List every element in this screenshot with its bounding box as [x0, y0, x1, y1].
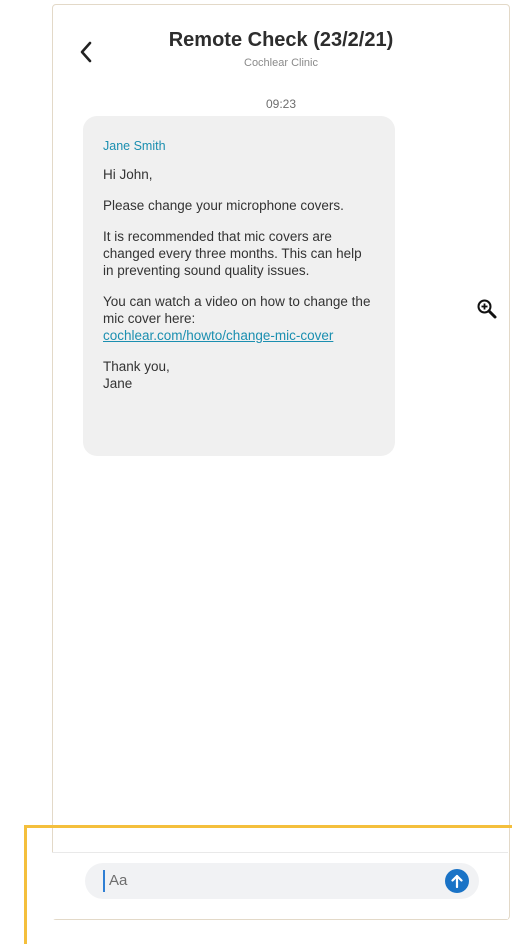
page-title: Remote Check (23/2/21)	[168, 29, 394, 51]
message-paragraph: It is recommended that mic covers are ch…	[103, 229, 362, 278]
message-sender: Jane Smith	[103, 139, 166, 153]
message-paragraph: Please change your microphone covers.	[103, 198, 344, 213]
message-bubble: Jane Smith Hi John, Please change your m…	[83, 116, 395, 456]
message-input-placeholder: Aa	[109, 872, 128, 889]
message-greeting: Hi John,	[103, 167, 153, 182]
message-signature: Jane	[103, 376, 133, 391]
message-input[interactable]: Aa	[85, 863, 479, 899]
send-button[interactable]	[445, 869, 469, 893]
message-signoff: Thank you,	[103, 359, 170, 374]
page-subtitle: Cochlear Clinic	[244, 57, 318, 69]
zoom-in-icon[interactable]	[476, 298, 498, 320]
message-timestamp: 09:23	[265, 97, 297, 111]
text-cursor	[103, 870, 105, 892]
message-signoff-block: Thank you, Jane	[103, 358, 375, 392]
mic-cover-video-link[interactable]: cochlear.com/howto/change-mic-cover	[103, 328, 333, 343]
message-composer: Aa	[52, 852, 508, 919]
message-paragraph: You can watch a video on how to change t…	[103, 294, 371, 326]
message-paragraph-with-link: You can watch a video on how to change t…	[103, 293, 375, 344]
phone-screen: Remote Check (23/2/21) Cochlear Clinic 0…	[52, 4, 510, 920]
send-arrow-up-icon	[451, 874, 463, 888]
